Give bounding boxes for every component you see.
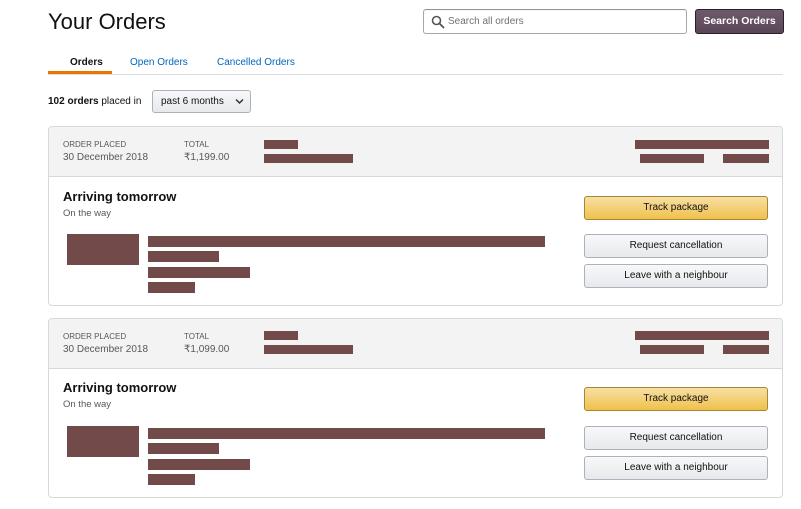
- redacted-block: [640, 345, 704, 354]
- redacted-block: [723, 345, 769, 354]
- tab-open-orders[interactable]: Open Orders: [130, 57, 188, 68]
- shipment-status: Arriving tomorrow: [63, 189, 177, 204]
- page-title: Your Orders: [48, 9, 166, 34]
- redacted-block: [148, 251, 219, 262]
- redacted-block: [635, 140, 769, 149]
- search-placeholder: Search all orders: [448, 16, 524, 27]
- redacted-block: [148, 236, 545, 247]
- order-total-label: TOTAL: [184, 140, 210, 149]
- chevron-down-icon: [235, 98, 244, 105]
- redacted-block: [264, 331, 298, 340]
- search-input[interactable]: Search all orders: [423, 9, 687, 34]
- tab-orders[interactable]: Orders: [70, 57, 103, 68]
- order-total: ₹1,199.00: [184, 152, 230, 163]
- order-header: ORDER PLACED 30 December 2018 TOTAL ₹1,1…: [49, 127, 782, 177]
- time-filter-value: past 6 months: [161, 96, 224, 107]
- orders-count: 102 orders placed in: [48, 96, 141, 107]
- request-cancellation-button[interactable]: Request cancellation: [584, 426, 768, 450]
- product-image-redacted: [67, 426, 139, 457]
- shipment-substatus: On the way: [63, 208, 112, 219]
- product-image-redacted: [67, 234, 139, 265]
- search-orders-button[interactable]: Search Orders: [695, 9, 784, 34]
- request-cancellation-button[interactable]: Request cancellation: [584, 234, 768, 258]
- redacted-block: [148, 459, 250, 470]
- order-placed-label: ORDER PLACED: [63, 140, 127, 149]
- order-card: ORDER PLACED 30 December 2018 TOTAL ₹1,1…: [48, 126, 783, 306]
- search-icon: [431, 15, 445, 29]
- order-card: ORDER PLACED 30 December 2018 TOTAL ₹1,0…: [48, 318, 783, 498]
- order-date: 30 December 2018: [63, 152, 149, 163]
- order-total: ₹1,099.00: [184, 344, 230, 355]
- redacted-block: [640, 154, 704, 163]
- redacted-block: [148, 428, 545, 439]
- redacted-block: [264, 154, 353, 163]
- redacted-block: [148, 474, 195, 485]
- order-date: 30 December 2018: [63, 344, 149, 355]
- track-package-button[interactable]: Track package: [584, 196, 768, 220]
- leave-with-neighbour-button[interactable]: Leave with a neighbour: [584, 264, 768, 288]
- redacted-block: [635, 331, 769, 340]
- order-header: ORDER PLACED 30 December 2018 TOTAL ₹1,0…: [49, 319, 782, 369]
- time-filter-dropdown[interactable]: past 6 months: [152, 90, 251, 113]
- redacted-block: [148, 282, 195, 293]
- orders-count-number: 102 orders: [48, 96, 99, 107]
- order-total-label: TOTAL: [184, 332, 210, 341]
- orders-count-suffix: placed in: [101, 96, 142, 107]
- tab-cancelled-orders[interactable]: Cancelled Orders: [217, 57, 295, 68]
- order-placed-label: ORDER PLACED: [63, 332, 127, 341]
- order-tabs: Orders Open Orders Cancelled Orders: [48, 53, 783, 75]
- redacted-block: [148, 443, 219, 454]
- redacted-block: [723, 154, 769, 163]
- redacted-block: [148, 267, 250, 278]
- shipment-status: Arriving tomorrow: [63, 380, 177, 395]
- active-tab-indicator: [48, 71, 112, 74]
- redacted-block: [264, 140, 298, 149]
- redacted-block: [264, 345, 353, 354]
- shipment-substatus: On the way: [63, 399, 112, 410]
- track-package-button[interactable]: Track package: [584, 387, 768, 411]
- leave-with-neighbour-button[interactable]: Leave with a neighbour: [584, 456, 768, 480]
